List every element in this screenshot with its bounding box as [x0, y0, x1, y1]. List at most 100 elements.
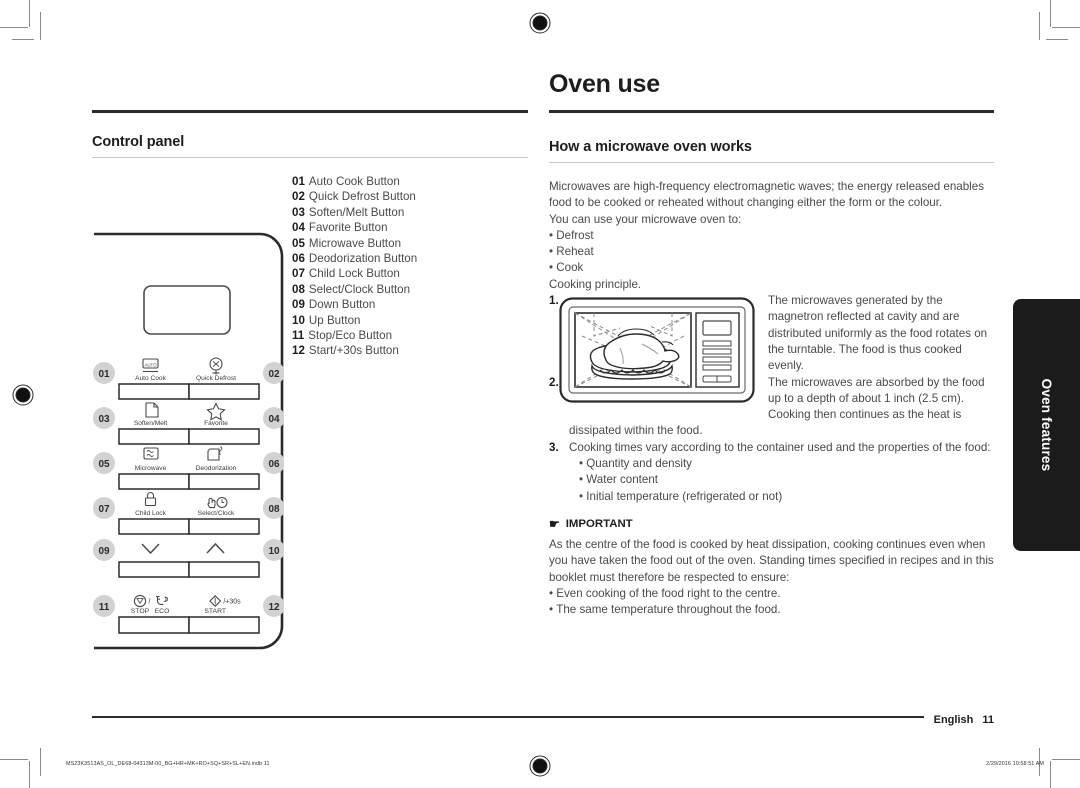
- legend-number: 03: [292, 205, 305, 219]
- badge-label: 08: [268, 504, 280, 515]
- key-child-lock: [118, 518, 190, 535]
- legend-number: 10: [292, 313, 305, 327]
- legend-label: Select/Clock Button: [308, 282, 411, 296]
- microwave-label: Microwave: [135, 465, 167, 472]
- bullet-text: Defrost: [556, 228, 594, 242]
- legend-number: 01: [292, 175, 305, 188]
- list-item: 02 Quick Defrost Button: [292, 189, 528, 204]
- display-window: [143, 285, 231, 335]
- bullet-text: Water content: [586, 473, 659, 487]
- start-label: START: [204, 608, 226, 615]
- quick-defrost-label: Quick Defrost: [196, 375, 236, 382]
- key-up: [188, 561, 260, 578]
- list-item: 03 Soften/Melt Button: [292, 205, 528, 220]
- stop-eco-separator: /: [149, 599, 151, 606]
- registration-mark-top: [531, 14, 549, 32]
- uses-lead: You can use your microwave oven to:: [549, 212, 742, 226]
- list-item: 04 Favorite Button: [292, 220, 528, 235]
- badge-label: 05: [98, 459, 110, 470]
- list-item: Cook: [549, 260, 994, 276]
- control-panel-underline: [92, 157, 528, 158]
- important-paragraph: As the centre of the food is cooked by h…: [549, 537, 994, 584]
- left-column: Control panel 01 Auto Cook Button 02 Quick…: [92, 110, 528, 650]
- side-tab-oven-features: Oven features: [1013, 299, 1080, 551]
- imprint-timestamp: 2/29/2016 10:58:51 AM: [986, 761, 1044, 767]
- favorite-label: Favorite: [204, 420, 228, 427]
- key-soften-melt: [118, 428, 190, 445]
- pointing-hand-icon: ☛: [549, 516, 560, 531]
- crop-mark-bottom-left-h: [0, 759, 28, 760]
- legend-number: 12: [292, 344, 305, 358]
- list-item: Defrost: [549, 228, 994, 244]
- page-title: Oven use: [549, 70, 660, 98]
- list-item: 06 Deodorization Button: [292, 251, 528, 266]
- list-item: Even cooking of the food right to the ce…: [549, 586, 994, 602]
- intro-paragraph: Microwaves are high-frequency electromag…: [549, 180, 984, 210]
- key-start: [188, 616, 260, 634]
- step-text: The microwaves generated by the magnetro…: [768, 294, 988, 373]
- important-heading: ☛ IMPORTANT: [549, 518, 994, 530]
- legend-number: 11: [292, 329, 305, 343]
- crop-mark-top-right-v: [1050, 0, 1051, 27]
- registration-mark-bottom: [531, 757, 549, 775]
- list-item: Initial temperature (refrigerated or not…: [579, 489, 994, 505]
- stop-label: STOP: [131, 608, 150, 615]
- legend-number: 02: [292, 190, 305, 204]
- legend-label: Deodorization Button: [308, 252, 418, 266]
- legend-number: 07: [292, 267, 305, 281]
- badge-label: 07: [98, 504, 110, 515]
- list-item: Reheat: [549, 244, 994, 260]
- eco-label: ECO: [155, 608, 170, 615]
- left-top-rule: [92, 110, 528, 113]
- bullet-text: Cook: [556, 261, 584, 275]
- how-microwave-works-heading: How a microwave oven works: [549, 139, 752, 155]
- crop-mark-top-left-h: [0, 27, 28, 28]
- auto-cook-label: Auto Cook: [135, 375, 166, 382]
- legend-label: Up Button: [308, 313, 361, 327]
- list-item: 09 Down Button: [292, 297, 528, 312]
- legend-number: 05: [292, 236, 305, 250]
- badge-label: 10: [268, 546, 280, 557]
- side-tab-label: Oven features: [1039, 378, 1055, 472]
- bullet-text: Even cooking of the food right to the ce…: [556, 586, 781, 600]
- printed-page: Oven features Control panel 01 Auto Cook …: [0, 0, 1080, 788]
- crop-mark-top-right-h: [1052, 27, 1080, 28]
- bullet-text: Reheat: [556, 245, 594, 259]
- list-item: Quantity and density: [579, 456, 994, 472]
- badge-label: 01: [98, 369, 110, 380]
- crop-mark-top-right-h2: [1046, 39, 1068, 40]
- key-quick-defrost: [188, 383, 260, 400]
- important-bullet-list: Even cooking of the food right to the ce…: [549, 586, 994, 619]
- badge-label: 11: [99, 602, 110, 613]
- key-microwave: [118, 473, 190, 490]
- deodorization-label: Deodorization: [196, 465, 237, 472]
- legend-number: 09: [292, 298, 305, 312]
- footer-page-number: 11: [982, 714, 994, 726]
- list-item: Water content: [579, 472, 994, 488]
- key-favorite: [188, 428, 260, 445]
- step-number: 1.: [549, 294, 559, 308]
- legend-label: Soften/Melt Button: [308, 205, 405, 219]
- list-item: 2. The microwaves are absorbed by the fo…: [549, 375, 994, 440]
- list-item: 10 Up Button: [292, 313, 528, 328]
- crop-mark-bottom-right-h: [1052, 759, 1080, 760]
- uses-bullet-list: Defrost Reheat Cook: [549, 228, 994, 277]
- crop-mark-bottom-right-v: [1050, 761, 1051, 788]
- step-3-sub-bullets: Quantity and density Water content Initi…: [569, 456, 994, 505]
- list-item: The same temperature throughout the food…: [549, 602, 994, 618]
- badge-label: 06: [268, 459, 280, 470]
- step-text: Cooking times vary according to the cont…: [569, 440, 991, 454]
- control-panel-diagram: AUTO Auto Cook Quick Defrost Soften/Melt…: [93, 232, 284, 650]
- cooking-principle-steps: 1. The microwaves generated by the magne…: [549, 293, 994, 505]
- badge-label: 03: [98, 414, 110, 425]
- list-item: 08 Select/Clock Button: [292, 282, 528, 297]
- legend-number: 08: [292, 282, 305, 296]
- list-item: 11 Stop/Eco Button: [292, 328, 528, 343]
- badge-label: 04: [268, 414, 280, 425]
- legend-label: Start/+30s Button: [308, 344, 399, 358]
- control-panel-block: 01 Auto Cook Button 02 Quick Defrost Butto…: [92, 174, 528, 650]
- key-stop-eco: [118, 616, 190, 634]
- key-select-clock: [188, 518, 260, 535]
- crop-mark-top-right-v2: [1039, 12, 1040, 40]
- step-text: The microwaves are absorbed by the food …: [569, 375, 985, 438]
